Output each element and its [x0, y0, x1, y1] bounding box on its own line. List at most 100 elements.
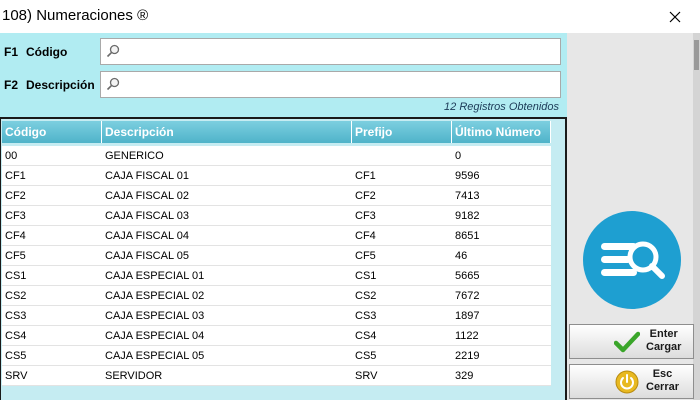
magnifier-icon — [106, 77, 120, 91]
list-search-icon — [601, 241, 665, 279]
cell-codigo: CF4 — [5, 230, 26, 242]
table-row[interactable]: CS3 CAJA ESPECIAL 03 CS3 1897 — [2, 306, 551, 326]
cell-prefijo: CF3 — [355, 210, 376, 222]
table-row[interactable]: CF4 CAJA FISCAL 04 CF4 8651 — [2, 226, 551, 246]
cargar-text: Cargar — [646, 341, 682, 353]
cell-ultimo-numero: 329 — [455, 370, 474, 382]
table-row[interactable]: CF1 CAJA FISCAL 01 CF1 9596 — [2, 166, 551, 186]
cell-codigo: CS2 — [5, 290, 27, 302]
window-scrollbar[interactable] — [693, 33, 700, 400]
cell-descripcion: GENERICO — [105, 150, 164, 162]
records-count: 12 Registros Obtenidos — [444, 101, 559, 113]
cell-descripcion: CAJA FISCAL 04 — [105, 230, 189, 242]
codigo-search-field[interactable] — [100, 38, 561, 65]
cargar-button[interactable]: Enter Cargar — [569, 324, 694, 359]
cell-codigo: CS4 — [5, 330, 27, 342]
cell-ultimo-numero: 9596 — [455, 170, 480, 182]
cell-prefijo: CS4 — [355, 330, 377, 342]
table-row[interactable]: CS2 CAJA ESPECIAL 02 CS2 7672 — [2, 286, 551, 306]
cell-codigo: CF5 — [5, 250, 26, 262]
column-header-descripcion[interactable]: Descripción — [102, 121, 352, 143]
cell-ultimo-numero: 0 — [455, 150, 462, 162]
descripcion-input[interactable] — [125, 74, 555, 95]
list-search-logo — [583, 211, 681, 309]
codigo-label: F1 Código — [4, 45, 67, 59]
cell-descripcion: CAJA FISCAL 03 — [105, 210, 189, 222]
numeraciones-grid: Código Descripción Prefijo Último Número… — [0, 117, 567, 400]
cell-descripcion: CAJA ESPECIAL 01 — [105, 270, 205, 282]
column-header-codigo[interactable]: Código — [2, 121, 102, 143]
cell-prefijo: CF1 — [355, 170, 376, 182]
cell-ultimo-numero: 7413 — [455, 190, 480, 202]
column-header-prefijo[interactable]: Prefijo — [352, 121, 452, 143]
cell-prefijo: CS2 — [355, 290, 377, 302]
cell-ultimo-numero: 2219 — [455, 350, 480, 362]
table-row[interactable]: CF3 CAJA FISCAL 03 CF3 9182 — [2, 206, 551, 226]
descripcion-shortcut: F2 — [4, 78, 19, 92]
close-icon — [669, 11, 681, 22]
cell-ultimo-numero: 1897 — [455, 310, 480, 322]
numeraciones-window: 108) Numeraciones ® F1 Código F2 Descripci… — [0, 0, 700, 400]
cell-ultimo-numero: 9182 — [455, 210, 480, 222]
table-row[interactable]: 00 GENERICO 0 — [2, 146, 551, 166]
table-row[interactable]: CS1 CAJA ESPECIAL 01 CS1 5665 — [2, 266, 551, 286]
cell-codigo: CF2 — [5, 190, 26, 202]
table-row[interactable]: CF2 CAJA FISCAL 02 CF2 7413 — [2, 186, 551, 206]
cell-prefijo: CS1 — [355, 270, 377, 282]
cell-prefijo — [352, 146, 452, 165]
cell-descripcion: CAJA ESPECIAL 04 — [105, 330, 205, 342]
cell-prefijo: CF5 — [355, 250, 376, 262]
cell-prefijo: SRV — [355, 370, 378, 382]
cerrar-shortcut: Esc — [652, 368, 673, 380]
cerrar-label: Esc Cerrar — [646, 368, 679, 394]
cell-codigo: CS1 — [5, 270, 27, 282]
cell-ultimo-numero: 5665 — [455, 270, 480, 282]
grid-header: Código Descripción Prefijo Último Número — [2, 121, 551, 143]
power-icon — [615, 370, 639, 394]
column-header-ultimo-numero[interactable]: Último Número — [452, 121, 551, 143]
cell-codigo: CS3 — [5, 310, 27, 322]
grid-body: 00 GENERICO 0 CF1 CAJA FISCAL 01 CF1 9596 CF2 CA… — [2, 146, 551, 386]
cell-descripcion: CAJA ESPECIAL 02 — [105, 290, 205, 302]
table-row[interactable]: CS4 CAJA ESPECIAL 04 CS4 1122 — [2, 326, 551, 346]
descripcion-label: F2 Descripción — [4, 78, 95, 92]
cell-codigo: CS5 — [5, 350, 27, 362]
cargar-shortcut: Enter — [649, 328, 678, 340]
cell-prefijo: CF4 — [355, 230, 376, 242]
cargar-label: Enter Cargar — [646, 328, 681, 354]
cell-codigo: 00 — [5, 150, 18, 162]
cell-descripcion: CAJA ESPECIAL 03 — [105, 310, 205, 322]
cell-codigo: CF1 — [5, 170, 26, 182]
close-button[interactable] — [652, 0, 698, 33]
cell-prefijo: CS5 — [355, 350, 377, 362]
descripcion-label-text: Descripción — [26, 78, 95, 92]
codigo-label-text: Código — [26, 45, 68, 59]
cerrar-button[interactable]: Esc Cerrar — [569, 364, 694, 399]
table-row[interactable]: SRV SERVIDOR SRV 329 — [2, 366, 551, 386]
search-panel: F1 Código F2 Descripción 12 Registros Obte… — [0, 33, 567, 117]
cell-descripcion: CAJA FISCAL 05 — [105, 250, 189, 262]
table-row[interactable]: CF5 CAJA FISCAL 05 CF5 46 — [2, 246, 551, 266]
codigo-shortcut: F1 — [4, 45, 19, 59]
table-row[interactable]: CS5 CAJA ESPECIAL 05 CS5 2219 — [2, 346, 551, 366]
cell-prefijo: CS3 — [355, 310, 377, 322]
cell-ultimo-numero: 1122 — [455, 330, 479, 342]
descripcion-search-field[interactable] — [100, 71, 561, 98]
cell-descripcion: SERVIDOR — [105, 370, 163, 382]
cell-descripcion: CAJA FISCAL 02 — [105, 190, 189, 202]
cell-codigo: CF3 — [5, 210, 26, 222]
magnifier-icon — [106, 44, 120, 58]
cell-ultimo-numero: 8651 — [455, 230, 480, 242]
codigo-input[interactable] — [125, 41, 555, 62]
cell-descripcion: CAJA ESPECIAL 05 — [105, 350, 205, 362]
cell-descripcion: CAJA FISCAL 01 — [105, 170, 189, 182]
title-bar: 108) Numeraciones ® — [0, 0, 700, 33]
window-scrollbar-thumb[interactable] — [694, 40, 699, 70]
checkmark-icon — [614, 331, 640, 353]
cerrar-text: Cerrar — [646, 381, 680, 393]
cell-prefijo: CF2 — [355, 190, 376, 202]
cell-ultimo-numero: 46 — [455, 250, 468, 262]
cell-codigo: SRV — [5, 370, 28, 382]
window-title: 108) Numeraciones ® — [2, 7, 149, 24]
cell-ultimo-numero: 7672 — [455, 290, 480, 302]
